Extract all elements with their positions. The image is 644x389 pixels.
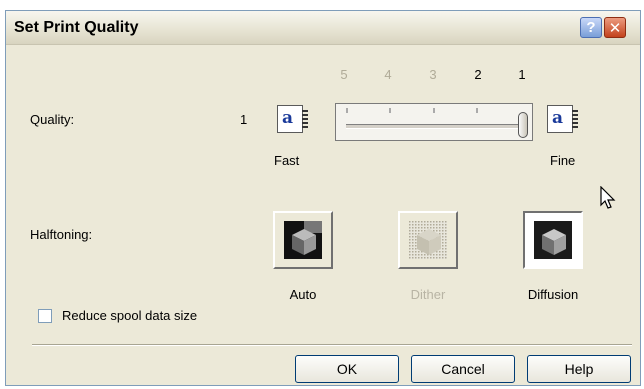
- quality-slider[interactable]: [335, 103, 533, 141]
- close-button[interactable]: ✕: [604, 17, 626, 38]
- scale-label-1: 1: [518, 67, 526, 82]
- print-quality-dialog: Set Print Quality ? ✕ Quality: 1 5 4 3 2…: [5, 10, 641, 386]
- cancel-button[interactable]: Cancel: [411, 355, 515, 383]
- separator: [32, 344, 632, 346]
- dither-label: Dither: [410, 287, 446, 302]
- dialog-title: Set Print Quality: [14, 19, 139, 36]
- auto-label: Auto: [289, 287, 317, 302]
- mouse-cursor-icon: [600, 186, 616, 209]
- fast-sample-icon: a: [277, 105, 308, 133]
- slider-thumb[interactable]: [518, 112, 528, 138]
- title-bar[interactable]: Set Print Quality ? ✕: [6, 11, 640, 45]
- help-title-button[interactable]: ?: [580, 17, 602, 38]
- close-icon: ✕: [608, 19, 622, 37]
- scale-label-2: 2: [474, 67, 482, 82]
- scale-label-3: 3: [429, 67, 437, 82]
- halftoning-label: Halftoning:: [30, 227, 93, 242]
- dither-icon: [409, 221, 447, 259]
- reduce-spool-checkbox[interactable]: [38, 309, 52, 323]
- reduce-spool-label[interactable]: Reduce spool data size: [62, 308, 197, 323]
- ok-button[interactable]: OK: [295, 355, 399, 383]
- diffusion-halftone-button[interactable]: [523, 211, 583, 269]
- slider-track: [346, 124, 522, 129]
- cube-auto-icon: [284, 221, 322, 259]
- fine-sample-icon: a: [547, 105, 578, 133]
- quality-value: 1: [240, 112, 248, 127]
- auto-halftone-button[interactable]: [273, 211, 333, 269]
- scale-label-4: 4: [384, 67, 392, 82]
- fine-label: Fine: [550, 153, 576, 168]
- help-button[interactable]: Help: [527, 355, 631, 383]
- fast-label: Fast: [274, 153, 300, 168]
- diffusion-label: Diffusion: [527, 287, 579, 302]
- quality-label: Quality:: [30, 112, 75, 127]
- question-icon: ?: [586, 19, 596, 36]
- dither-halftone-button: [398, 211, 458, 269]
- scale-label-5: 5: [340, 67, 348, 82]
- cube-diffusion-icon: [534, 221, 572, 259]
